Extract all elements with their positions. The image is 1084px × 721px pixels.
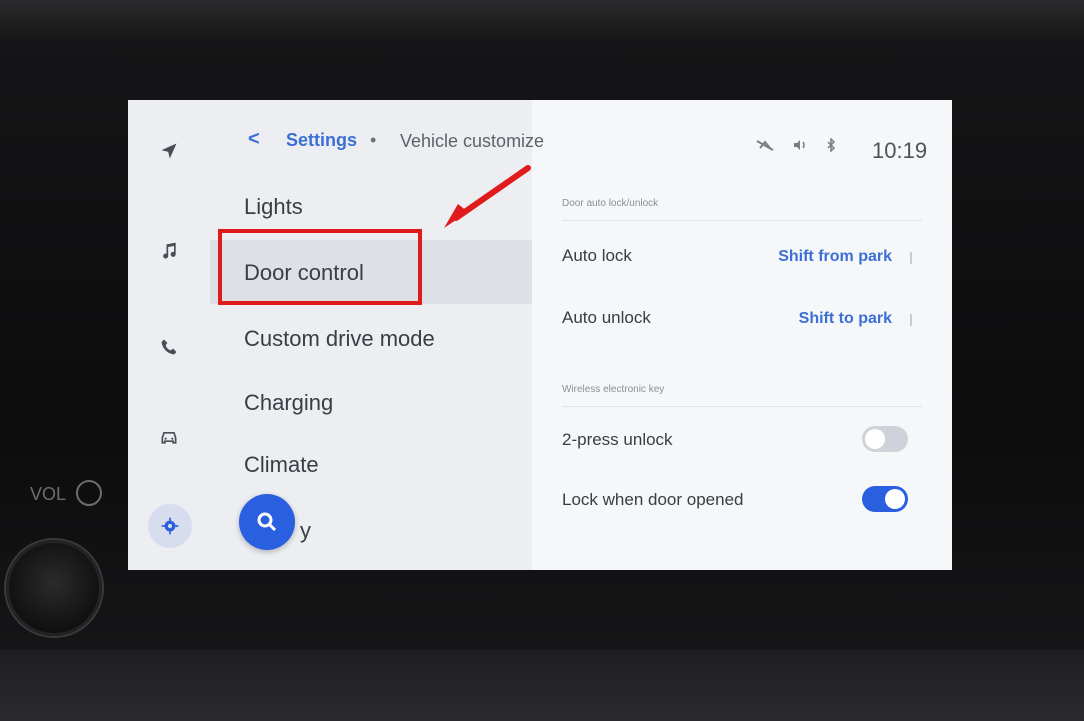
- search-icon: [257, 512, 277, 532]
- section-wireless-key-label: Wireless electronic key: [562, 384, 665, 395]
- volume-icon: [792, 138, 808, 155]
- menu-item-lights[interactable]: Lights: [244, 194, 303, 220]
- auto-unlock-value[interactable]: Shift to park: [799, 310, 892, 328]
- annotation-arrow-icon: [444, 165, 531, 228]
- divider: [562, 406, 922, 407]
- toggle-knob: [885, 489, 905, 509]
- two-press-unlock-toggle[interactable]: [862, 426, 908, 452]
- no-signal-icon: [756, 138, 774, 155]
- menu-item-climate[interactable]: Climate: [244, 452, 319, 478]
- photo-background-bottom: [0, 650, 1084, 721]
- menu-item-custom-drive-mode[interactable]: Custom drive mode: [244, 326, 435, 352]
- lock-when-door-opened-label: Lock when door opened: [562, 490, 744, 509]
- phone-icon[interactable]: [154, 332, 184, 362]
- status-icons: [756, 137, 836, 155]
- toggle-knob: [865, 429, 885, 449]
- menu-item-partial[interactable]: y: [300, 518, 311, 544]
- volume-label: VOL: [30, 484, 67, 504]
- settings-rail-button[interactable]: [148, 504, 192, 548]
- annotation-highlight-box: [218, 229, 422, 305]
- volume-knob[interactable]: [6, 540, 102, 636]
- search-button[interactable]: [239, 494, 295, 550]
- breadcrumb-settings-link[interactable]: Settings: [286, 130, 357, 151]
- auto-lock-value-divider: [910, 252, 912, 264]
- two-press-unlock-label: 2-press unlock: [562, 430, 673, 449]
- back-button[interactable]: <: [248, 128, 260, 151]
- menu-item-charging[interactable]: Charging: [244, 390, 333, 416]
- lock-when-door-opened-toggle[interactable]: [862, 486, 908, 512]
- section-door-auto-lock-label: Door auto lock/unlock: [562, 198, 659, 209]
- power-icon[interactable]: [76, 480, 102, 506]
- breadcrumb-separator: •: [370, 130, 377, 150]
- music-note-icon[interactable]: [154, 236, 184, 266]
- car-icon[interactable]: [154, 422, 184, 452]
- bluetooth-icon: [826, 137, 836, 155]
- top-header: < Settings • Vehicle customize 10:19: [128, 100, 952, 190]
- gear-icon: [161, 517, 179, 535]
- divider: [562, 220, 922, 221]
- auto-lock-value[interactable]: Shift from park: [778, 248, 892, 266]
- infotainment-screen: < Settings • Vehicle customize 10:19 Lig…: [128, 100, 952, 570]
- auto-unlock-label: Auto unlock: [562, 308, 651, 327]
- breadcrumb-current: Vehicle customize: [400, 131, 545, 151]
- clock: 10:19: [872, 138, 928, 163]
- auto-lock-label: Auto lock: [562, 246, 632, 265]
- auto-unlock-value-divider: [910, 314, 912, 326]
